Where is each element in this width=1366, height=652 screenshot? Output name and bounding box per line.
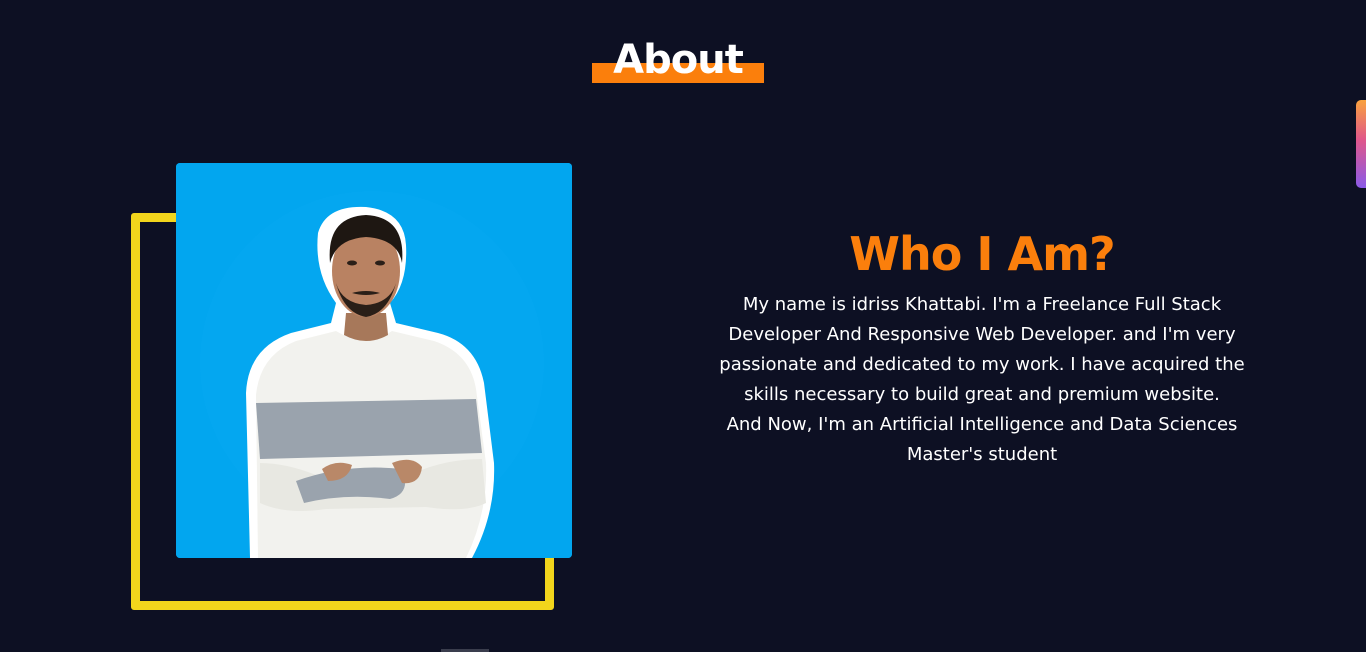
about-section: About Who I Am? My name is idriss Khatta… <box>0 0 1366 652</box>
bio-paragraph-2: And Now, I'm an Artificial Intelligence … <box>726 414 1238 465</box>
about-heading: Who I Am? <box>849 227 1115 281</box>
about-bio: My name is idriss Khattabi. I'm a Freela… <box>695 290 1269 470</box>
portrait-illustration <box>176 163 572 558</box>
scrollbar-thumb[interactable] <box>1356 100 1366 188</box>
bio-paragraph-1: My name is idriss Khattabi. I'm a Freela… <box>719 294 1245 405</box>
section-title-text: About <box>613 37 744 83</box>
section-title: About <box>592 32 764 84</box>
profile-photo <box>176 163 572 558</box>
